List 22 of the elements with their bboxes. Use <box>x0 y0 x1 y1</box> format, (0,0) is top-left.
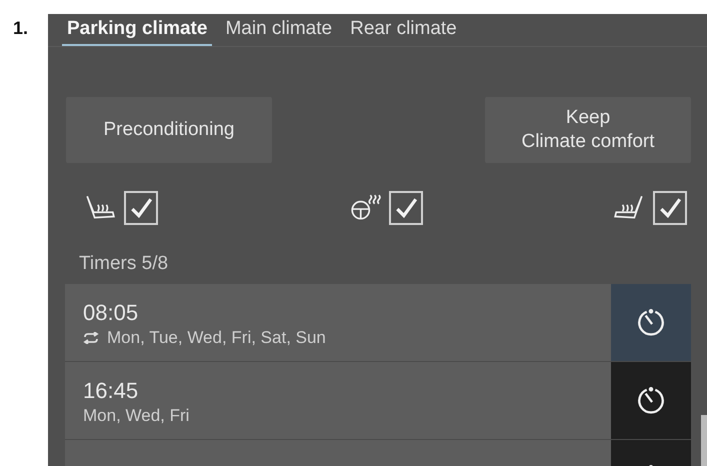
steering-wheel-heating-icon <box>348 194 380 222</box>
timer-time: 08:05 <box>83 300 140 326</box>
tab[interactable]: Main climate <box>220 14 338 46</box>
checkbox[interactable] <box>653 191 687 225</box>
timer-days: Mon, Wed, Fri <box>83 406 190 426</box>
tab[interactable]: Rear climate <box>345 14 462 46</box>
timer-row[interactable]: 16:45 Mon, Wed, Fri <box>65 362 691 440</box>
tab[interactable]: Parking climate <box>62 14 212 46</box>
timer-days: Mon, Tue, Wed, Fri, Sat, Sun <box>107 328 326 348</box>
timer-icon <box>635 384 667 416</box>
timer-row[interactable]: 08:05 Mon, Tue, Wed, Fri, Sat, Sun <box>65 284 691 362</box>
climate-button[interactable]: Preconditioning <box>66 97 272 163</box>
timer-time: 16:45 <box>83 378 140 404</box>
timer-button[interactable] <box>611 362 691 439</box>
timers-heading: Timers 5/8 <box>78 252 170 276</box>
timer-button[interactable] <box>611 284 691 361</box>
figure-number: 1. <box>12 17 30 40</box>
checkbox[interactable] <box>124 191 158 225</box>
timer-icon <box>635 306 667 338</box>
climate-button[interactable]: Keep Climate comfort <box>485 97 691 163</box>
checkbox[interactable] <box>388 191 422 225</box>
scrollbar[interactable] <box>701 415 707 466</box>
